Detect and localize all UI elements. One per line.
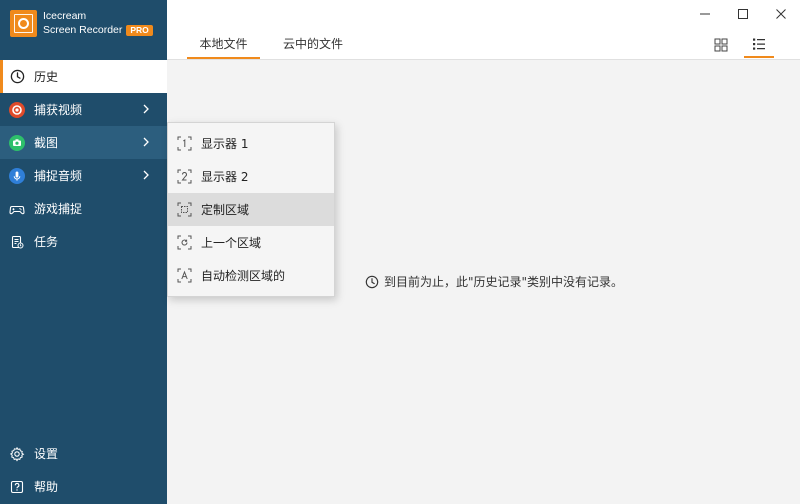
sidebar-item-label: 捕获视频 xyxy=(34,103,83,117)
custom-area-icon xyxy=(177,202,192,217)
list-icon xyxy=(753,38,765,50)
menu-item-label: 定制区域 xyxy=(201,203,250,217)
gear-icon xyxy=(8,445,26,463)
sidebar-item-label: 截图 xyxy=(34,136,59,150)
screenshot-submenu: 显示器 1 显示器 2 定制区域 上一个区域 自动检测区域的 xyxy=(167,122,335,297)
tab-cloud-files[interactable]: 云中的文件 xyxy=(272,35,354,59)
chevron-right-icon xyxy=(143,170,149,180)
empty-state-message: 到目前为止，此"历史记录"类别中没有记录。 xyxy=(365,273,623,290)
list-view-button[interactable] xyxy=(744,31,774,58)
chevron-right-icon xyxy=(143,104,149,114)
maximize-icon xyxy=(738,9,748,19)
sidebar-bottom: 设置 帮助 xyxy=(0,437,167,503)
record-icon xyxy=(8,101,26,119)
sidebar-item-history[interactable]: 历史 xyxy=(0,60,167,93)
minimize-icon xyxy=(700,13,710,15)
menu-item-previous-area[interactable]: 上一个区域 xyxy=(168,226,334,259)
sidebar: Icecream Screen RecorderPRO 历史 捕获视频 截图 xyxy=(0,0,167,504)
sidebar-item-capture-audio[interactable]: 捕捉音频 xyxy=(0,159,167,192)
window-controls xyxy=(686,0,800,28)
tab-label: 本地文件 xyxy=(199,37,248,51)
close-icon xyxy=(776,9,786,19)
monitor-1-icon xyxy=(177,136,192,151)
task-icon xyxy=(8,233,26,251)
maximize-button[interactable] xyxy=(724,0,762,28)
tab-label: 云中的文件 xyxy=(282,37,343,51)
sidebar-item-label: 帮助 xyxy=(34,480,59,494)
camera-icon xyxy=(8,134,26,152)
sidebar-item-label: 捕捉音频 xyxy=(34,169,83,183)
menu-item-label: 显示器 2 xyxy=(201,170,249,184)
minimize-button[interactable] xyxy=(686,0,724,28)
app-name-line2: Screen Recorder xyxy=(43,24,123,36)
sidebar-item-label: 历史 xyxy=(34,70,59,84)
close-button[interactable] xyxy=(762,0,800,28)
menu-item-label: 自动检测区域的 xyxy=(201,269,286,283)
clock-icon xyxy=(8,68,26,86)
tab-local-files[interactable]: 本地文件 xyxy=(187,35,260,59)
empty-state-text: 到目前为止，此"历史记录"类别中没有记录。 xyxy=(384,275,624,289)
menu-item-monitor-2[interactable]: 显示器 2 xyxy=(168,160,334,193)
sidebar-item-label: 设置 xyxy=(34,447,59,461)
app-logo xyxy=(10,10,37,37)
menu-item-label: 上一个区域 xyxy=(201,236,262,250)
sidebar-item-capture-video[interactable]: 捕获视频 xyxy=(0,93,167,126)
microphone-icon xyxy=(8,167,26,185)
menu-item-label: 显示器 1 xyxy=(201,137,249,151)
clock-icon xyxy=(365,275,379,289)
grid-icon xyxy=(714,38,728,51)
app-name-line1: Icecream xyxy=(43,10,87,22)
chevron-right-icon xyxy=(143,137,149,147)
menu-item-custom-area[interactable]: 定制区域 xyxy=(168,193,334,226)
app-brand: Icecream Screen Recorder PRO xyxy=(0,0,167,60)
previous-area-icon xyxy=(177,235,192,250)
sidebar-item-help[interactable]: 帮助 xyxy=(0,470,167,503)
gamepad-icon xyxy=(8,200,26,218)
menu-item-monitor-1[interactable]: 显示器 1 xyxy=(168,127,334,160)
pro-badge: PRO xyxy=(126,25,153,36)
sidebar-item-label: 游戏捕捉 xyxy=(34,202,83,216)
sidebar-nav: 历史 捕获视频 截图 捕捉音频 游戏捕捉 任务 xyxy=(0,60,167,258)
sidebar-item-game-capture[interactable]: 游戏捕捉 xyxy=(0,192,167,225)
help-icon xyxy=(8,478,26,496)
sidebar-item-label: 任务 xyxy=(34,235,59,249)
app-name: Icecream Screen Recorder PRO xyxy=(43,9,153,37)
monitor-2-icon xyxy=(177,169,192,184)
sidebar-item-tasks[interactable]: 任务 xyxy=(0,225,167,258)
grid-view-button[interactable] xyxy=(706,31,736,58)
sidebar-item-settings[interactable]: 设置 xyxy=(0,437,167,470)
sidebar-item-screenshot[interactable]: 截图 xyxy=(0,126,167,159)
auto-detect-icon xyxy=(177,268,192,283)
menu-item-auto-detect[interactable]: 自动检测区域的 xyxy=(168,259,334,292)
